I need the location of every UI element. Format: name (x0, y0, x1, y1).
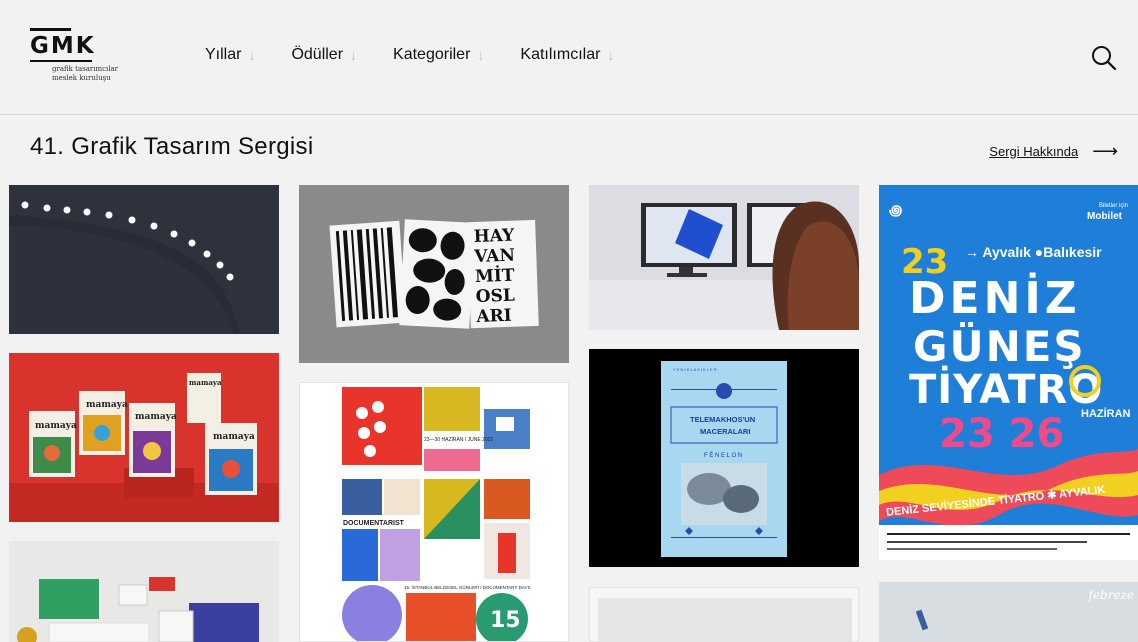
gallery-card-documentarist[interactable]: 23—30 HAZİRAN / JUNE 2022 DOCUMENTARIST … (299, 382, 569, 642)
telemakhos-title-2: MACERALARI (700, 427, 750, 436)
arrow-down-icon: ↓ (477, 47, 485, 63)
arrow-down-icon: ↓ (607, 47, 615, 63)
logo-bottom-rule (30, 60, 92, 62)
gallery-card-tiyatro-poster[interactable]: ꩜ Biletler için Mobilet 23 → Ayvalık ●Ba… (879, 185, 1138, 560)
nav-item-yillar[interactable]: Yıllar ↓ (205, 46, 255, 64)
logo-top-rule (30, 28, 71, 31)
hayvan-line-2: VAN (473, 246, 515, 267)
arrow-right-icon: ⟶ (1092, 141, 1118, 161)
gallery-card-mamaya-packaging[interactable]: mamaya mamaya mamaya mamaya mamaya (9, 353, 279, 522)
search-icon[interactable] (1090, 44, 1118, 72)
nav-item-oduller[interactable]: Ödüller ↓ (291, 46, 357, 64)
page-title: 41. Grafik Tasarım Sergisi (30, 133, 314, 160)
febreze-brand: febreze (1088, 588, 1135, 602)
gallery-card-telemakhos-book[interactable]: Y E N İ K L A S İ K L E R TELEMAKHOS'UN … (589, 349, 859, 567)
nav-item-katilimcilar[interactable]: Katılımcılar ↓ (520, 46, 614, 64)
about-link-label: Sergi Hakkında (989, 144, 1079, 159)
hayvan-line-5: ARI (475, 306, 512, 327)
gallery-card-placeholder[interactable] (589, 587, 859, 642)
febreze-graphic (915, 609, 929, 631)
tiyatro-line-1: DENİZ (909, 271, 1081, 324)
documentarist-dates: 23—30 HAZİRAN / JUNE 2022 (424, 436, 493, 443)
nav-item-label: Ödüller (291, 46, 344, 63)
gallery-card-hayvan-posters[interactable]: HAY VAN MİT OSL ARI (299, 185, 569, 363)
nav-item-label: Yıllar (205, 46, 242, 63)
telemakhos-title-1: TELEMAKHOS'UN (690, 415, 755, 424)
documentarist-badge: 15 (490, 608, 521, 633)
logo-subtitle-2: meslek kuruluşu (52, 74, 111, 82)
logo-subtitle-1: grafik tasarımcılar (52, 65, 119, 73)
gallery-card-dark-dots[interactable] (9, 185, 279, 334)
top-navigation-bar: GMK grafik tasarımcılar meslek kuruluşu … (0, 0, 1138, 115)
main-nav: Yıllar ↓ Ödüller ↓ Kategoriler ↓ Katılım… (205, 46, 650, 64)
mamaya-brand-3: mamaya (135, 412, 177, 422)
tiyatro-line-2: GÜNEŞ (913, 321, 1086, 371)
hayvan-line-4: OSL (475, 286, 515, 307)
tiyatro-days: 23 26 (939, 411, 1064, 457)
mamaya-brand-1: mamaya (35, 421, 77, 431)
mamaya-brand-2: mamaya (86, 400, 128, 410)
gallery-card-screen-photo[interactable] (589, 185, 859, 330)
telemakhos-series: Y E N İ K L A S İ K L E R (673, 367, 717, 372)
tiyatro-route: → Ayvalık ●Balıkesir (965, 244, 1102, 260)
mamaya-brand-4: mamaya (189, 378, 222, 387)
hayvan-line-1: HAY (473, 226, 515, 247)
about-exhibition-link[interactable]: Sergi Hakkında ⟶ (989, 141, 1118, 162)
tiyatro-month: HAZİRAN (1081, 407, 1131, 420)
documentarist-name: DOCUMENTARIST (343, 520, 405, 527)
tiyatro-sponsor-note: Biletler için (1099, 203, 1128, 209)
nav-item-label: Katılımcılar (520, 46, 601, 63)
svg-text:꩜: ꩜ (889, 203, 902, 219)
gallery-card-stationery[interactable] (9, 541, 279, 642)
nav-item-kategoriler[interactable]: Kategoriler ↓ (393, 46, 484, 64)
nav-item-label: Kategoriler (393, 46, 471, 63)
gmk-logo[interactable]: GMK grafik tasarımcılar meslek kuruluşu (30, 28, 120, 88)
logo-mark: GMK (30, 33, 96, 59)
gallery-card-febreze[interactable]: febreze (879, 582, 1138, 642)
hayvan-line-3: MİT (475, 265, 515, 287)
documentarist-subtitle: 15. İSTANBUL BELGESEL GÜNLERİ / DOCUMENT… (404, 584, 531, 590)
tiyatro-sponsor: Mobilet (1087, 211, 1123, 222)
arrow-down-icon: ↓ (248, 47, 256, 63)
mamaya-brand-5: mamaya (213, 432, 255, 442)
telemakhos-author: F É N E L O N (704, 452, 742, 459)
page-header: 41. Grafik Tasarım Sergisi Sergi Hakkınd… (0, 115, 1138, 185)
arrow-down-icon: ↓ (350, 47, 358, 63)
placeholder-image (598, 598, 852, 641)
